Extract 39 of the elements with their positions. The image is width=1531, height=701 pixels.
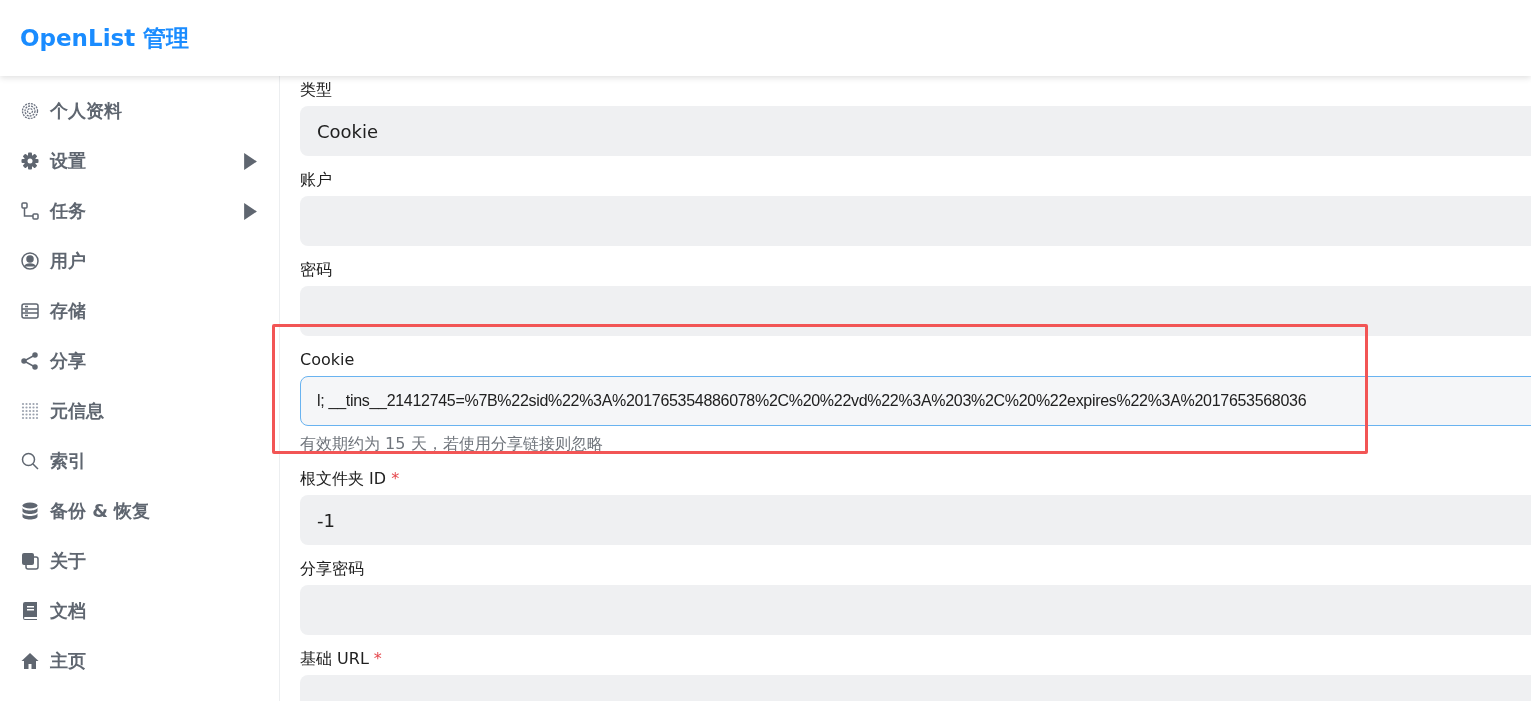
- sidebar-item[interactable]: 设置: [0, 136, 279, 186]
- user-icon: [20, 251, 40, 271]
- sidebar-item[interactable]: 文档: [0, 586, 279, 636]
- field-label: 根文件夹 ID: [300, 469, 387, 490]
- copy-icon: [20, 551, 40, 571]
- database-icon: [20, 501, 40, 521]
- field-label: 账户: [300, 170, 332, 191]
- dots-icon: [20, 401, 40, 421]
- sidebar-item[interactable]: 个人资料: [0, 86, 279, 136]
- search-icon: [20, 451, 40, 471]
- sidebar-item[interactable]: 备份 & 恢复: [0, 486, 279, 536]
- field-label: 类型: [300, 80, 332, 101]
- sidebar-item[interactable]: 索引: [0, 436, 279, 486]
- input-field[interactable]: -1: [300, 495, 1531, 545]
- fingerprint-icon: [20, 101, 40, 121]
- book-icon: [20, 601, 40, 621]
- field-label: 基础 URL: [300, 649, 369, 670]
- storage-icon: [20, 301, 40, 321]
- sidebar-item[interactable]: 存储: [0, 286, 279, 336]
- required-mark: *: [373, 649, 382, 668]
- input-field[interactable]: [300, 286, 1531, 336]
- field-label: 分享密码: [300, 559, 364, 580]
- sidebar-item[interactable]: 关于: [0, 536, 279, 586]
- sidebar-item[interactable]: 分享: [0, 336, 279, 386]
- input-field[interactable]: l; __tins__21412745=%7B%22sid%22%3A%201765354886078%2C%20%22vd%22%3A%203%2C%20%22expires%22%3A%2017653568036: [300, 376, 1531, 426]
- field-label: Cookie: [300, 350, 355, 369]
- sidebar-item[interactable]: 任务: [0, 186, 279, 236]
- required-mark: *: [391, 469, 400, 488]
- home-icon: [20, 651, 40, 671]
- share-icon: [20, 351, 40, 371]
- sidebar-item[interactable]: 主页: [0, 636, 279, 686]
- help-text: 有效期约为 15 天，若使用分享链接则忽略: [300, 434, 603, 455]
- sidebar-item[interactable]: 元信息: [0, 386, 279, 436]
- input-field[interactable]: Cookie: [300, 106, 1531, 156]
- field-label: 密码: [300, 260, 332, 281]
- sidebar-item[interactable]: 用户: [0, 236, 279, 286]
- settings-icon: [20, 151, 40, 171]
- flow-icon: [20, 201, 40, 221]
- app-title: OpenList 管理: [20, 23, 190, 53]
